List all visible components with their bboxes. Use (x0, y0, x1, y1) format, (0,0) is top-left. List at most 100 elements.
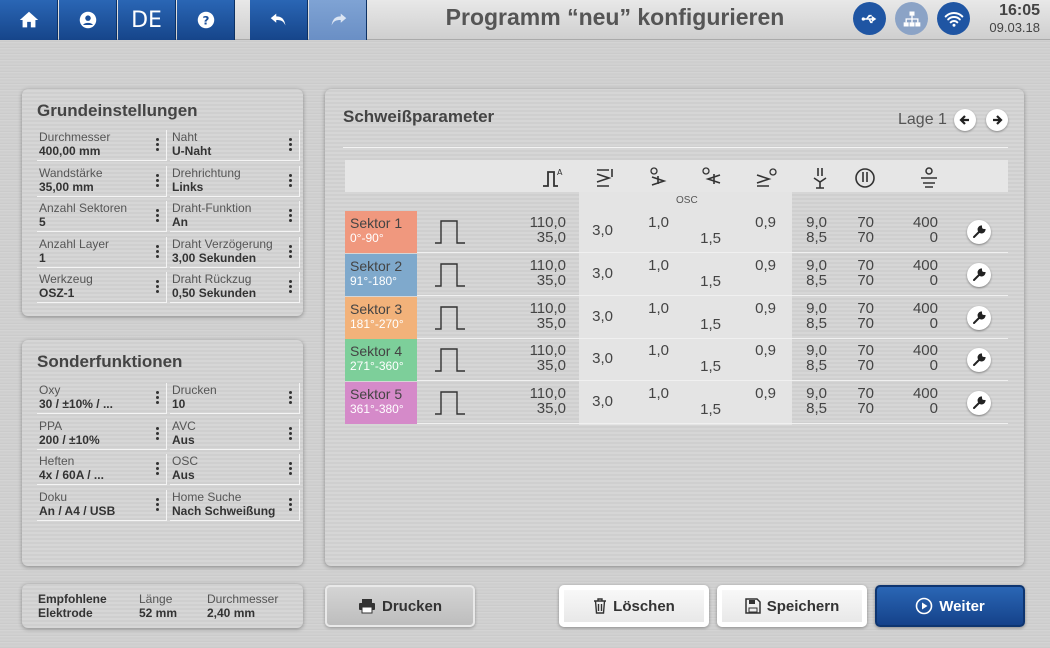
rotation-low: 0 (929, 271, 938, 289)
more-options-icon[interactable] (156, 391, 160, 406)
dwell-time-right-icon (702, 167, 721, 184)
wrench-icon (973, 268, 986, 281)
more-options-icon[interactable] (289, 391, 293, 406)
setting-label: Oxy (39, 383, 61, 397)
delete-button[interactable]: Löschen (559, 585, 709, 627)
current-high: 110,0 (529, 342, 566, 360)
setting-value: 200 / ±10% (39, 432, 100, 447)
diameter-value: 2,40 mm (207, 606, 256, 620)
more-options-icon[interactable] (289, 209, 293, 224)
sector-range: 361°-380° (350, 402, 404, 417)
more-options-icon[interactable] (289, 173, 293, 189)
current-low: 35,0 (536, 229, 566, 246)
setting-field[interactable]: Naht U-Naht (170, 130, 300, 161)
sector-row[interactable]: Sektor 5 361°-380° 110,0 35,0 3,0 1,0 1,5 0,9 9,… (345, 382, 1008, 425)
more-options-icon[interactable] (156, 209, 160, 224)
next-lage-button[interactable] (986, 109, 1008, 131)
panel-title: Schweißparameter (343, 107, 495, 126)
edit-sector-button[interactable] (967, 391, 991, 416)
setting-field[interactable]: Drucken 10 (170, 383, 300, 414)
edit-sector-button[interactable] (967, 348, 991, 373)
setting-field[interactable]: Werkzeug OSZ-1 (37, 272, 167, 303)
more-options-icon[interactable] (289, 244, 293, 260)
sector-row[interactable]: Sektor 1 0°-90° 110,0 35,0 3,0 1,0 1,5 0,9 9,0 8,… (345, 211, 1008, 253)
sector-label: Sektor 4 271°-360° (345, 339, 417, 382)
more-options-icon[interactable] (156, 497, 160, 513)
wire-high: 9,0 (806, 256, 827, 274)
pulse-wave-icon (435, 348, 465, 373)
setting-label: Drucken (172, 383, 217, 397)
setting-field[interactable]: Drehrichtung Links (170, 165, 300, 197)
dwell-right-value: 1,5 (700, 230, 721, 247)
setting-field[interactable]: Draht-Funktion An (170, 201, 300, 232)
home-button[interactable] (0, 0, 58, 40)
more-options-icon[interactable] (156, 173, 160, 189)
sector-label: Sektor 3 181°-270° (345, 296, 417, 339)
more-options-icon[interactable] (289, 462, 293, 477)
edit-sector-button[interactable] (967, 262, 991, 287)
more-options-icon[interactable] (156, 244, 160, 260)
setting-field[interactable]: Draht Rückzug 0,50 Sekunden (170, 272, 300, 303)
setting-field[interactable]: Heften 4x / 60A / ... (37, 454, 167, 485)
help-button[interactable]: ? (177, 0, 235, 40)
setting-field[interactable]: Oxy 30 / ±10% / ... (37, 383, 167, 414)
setting-field[interactable]: Anzahl Sektoren 5 (37, 201, 167, 232)
save-button[interactable]: Speichern (717, 585, 867, 627)
setting-field[interactable]: Anzahl Layer 1 (37, 236, 167, 268)
edit-sector-button[interactable] (967, 305, 991, 330)
current-low: 35,0 (536, 400, 566, 418)
setting-field[interactable]: Doku An / A4 / USB (37, 489, 167, 521)
more-options-icon[interactable] (289, 426, 293, 442)
network-status[interactable] (895, 2, 928, 35)
current-low: 35,0 (536, 314, 566, 332)
undo-button[interactable] (250, 0, 308, 40)
current-low: 35,0 (536, 357, 566, 375)
save-label: Speichern (766, 597, 840, 615)
more-options-icon[interactable] (156, 462, 160, 477)
previous-lage-button[interactable] (954, 109, 976, 131)
more-options-icon[interactable] (289, 497, 293, 513)
clock: 16:05 09.03.18 (989, 2, 1040, 35)
print-button[interactable]: Drucken (325, 585, 475, 627)
setting-field[interactable]: Wandstärke 35,00 mm (37, 165, 167, 197)
more-options-icon[interactable] (289, 138, 293, 153)
amplitude-value: 3,0 (592, 264, 613, 282)
usb-status[interactable] (853, 2, 886, 35)
elektrode-title-line2: Elektrode (38, 606, 93, 620)
language-button[interactable]: DE (118, 0, 176, 40)
setting-field[interactable]: PPA 200 / ±10% (37, 418, 167, 450)
edit-sector-button[interactable] (967, 220, 991, 244)
user-button[interactable] (59, 0, 117, 40)
rotation-high: 400 (912, 299, 938, 317)
more-options-icon[interactable] (156, 280, 160, 295)
sector-row[interactable]: Sektor 2 91°-180° 110,0 35,0 3,0 1,0 1,5 0,9 9,0… (345, 253, 1008, 296)
more-options-icon[interactable] (289, 280, 293, 295)
redo-button[interactable] (309, 0, 367, 40)
current-high: 110,0 (529, 299, 566, 317)
setting-field[interactable]: AVC Aus (170, 418, 300, 450)
arrow-left-icon (959, 115, 969, 125)
diameter-label: Durchmesser (207, 592, 279, 606)
sector-row[interactable]: Sektor 3 181°-270° 110,0 35,0 3,0 1,0 1,5 0,9 9,… (345, 296, 1008, 339)
setting-label: Naht (172, 130, 198, 144)
dwell-right-value: 1,5 (700, 272, 721, 290)
setting-field[interactable]: Durchmesser 400,00 mm (37, 130, 167, 161)
setting-field[interactable]: OSC Aus (170, 454, 300, 485)
setting-label: Anzahl Layer (39, 236, 110, 251)
setting-value: An (172, 215, 188, 229)
rotation-high: 400 (912, 385, 938, 403)
elektrode-panel: Empfohlene Elektrode Länge 52 mm Durchme… (22, 584, 303, 628)
sector-row[interactable]: Sektor 4 271°-360° 110,0 35,0 3,0 1,0 1,5 0,9 9,… (345, 339, 1008, 382)
dwell-left-value: 1,0 (648, 214, 669, 231)
next-button[interactable]: Weiter (875, 585, 1025, 627)
setting-value: 10 (172, 397, 186, 411)
more-options-icon[interactable] (156, 138, 160, 153)
speed-value: 0,9 (755, 299, 776, 317)
setting-field[interactable]: Draht Verzögerung 3,00 Sekunden (170, 236, 300, 268)
wifi-status[interactable] (937, 2, 970, 35)
setting-field[interactable]: Home Suche Nach Schweißung (170, 489, 300, 521)
wire-low: 8,5 (806, 314, 827, 332)
more-options-icon[interactable] (156, 426, 160, 442)
user-icon (79, 11, 96, 29)
home-icon (19, 11, 38, 28)
